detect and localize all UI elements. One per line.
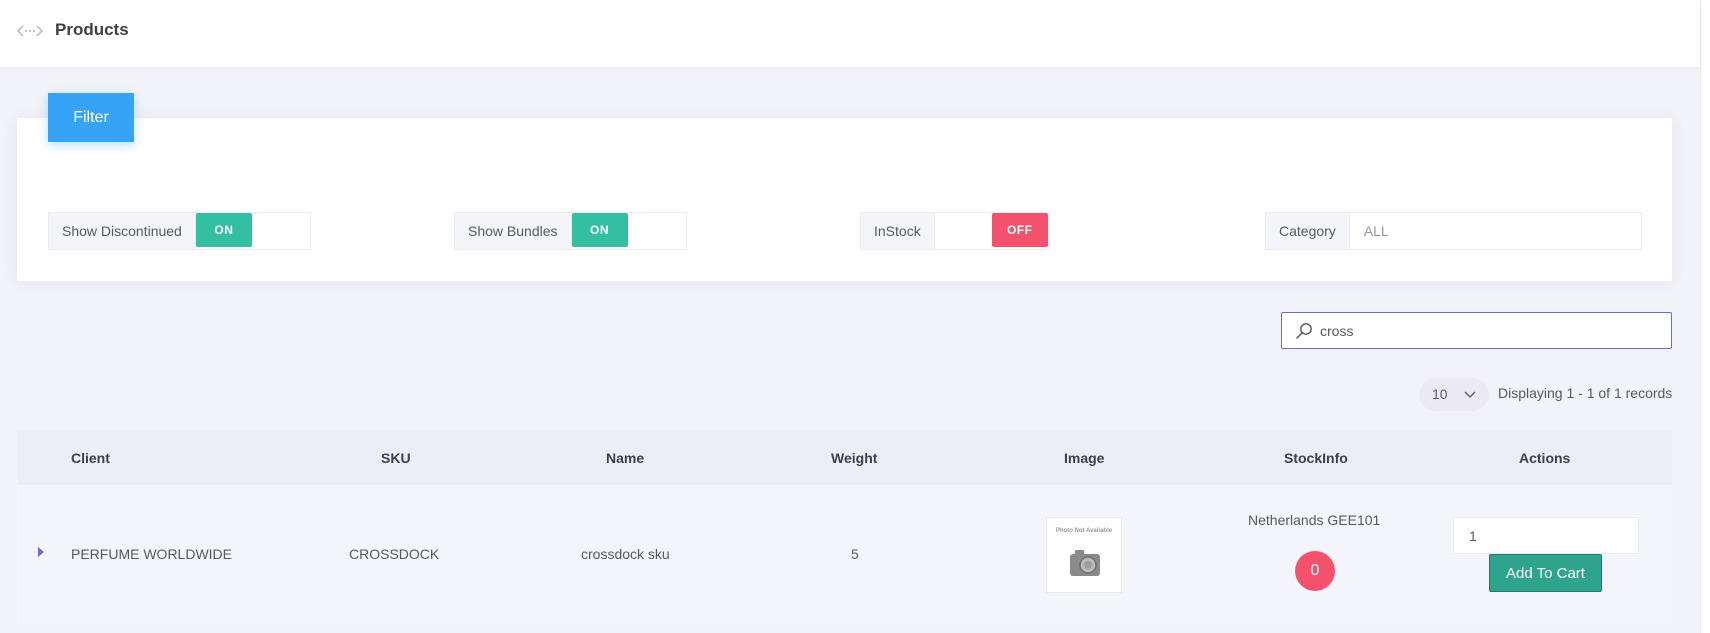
show-bundles-filter: Show Bundles ON bbox=[454, 212, 687, 250]
filter-panel bbox=[17, 118, 1672, 281]
quantity-input[interactable] bbox=[1453, 517, 1639, 554]
expand-row-icon[interactable] bbox=[36, 546, 46, 558]
toggle-on-knob[interactable]: ON bbox=[195, 213, 252, 247]
chevron-down-icon bbox=[1464, 391, 1476, 398]
camera-icon bbox=[1070, 550, 1100, 576]
category-input[interactable] bbox=[1349, 213, 1638, 249]
stock-count-badge: 0 bbox=[1295, 551, 1335, 591]
records-info: Displaying 1 - 1 of 1 records bbox=[1498, 385, 1673, 401]
search-icon bbox=[1296, 323, 1312, 339]
column-header-weight[interactable]: Weight bbox=[831, 450, 877, 466]
cell-weight: 5 bbox=[851, 546, 859, 562]
cell-sku: CROSSDOCK bbox=[349, 546, 440, 562]
show-discontinued-label: Show Discontinued bbox=[49, 213, 196, 249]
page-size-select[interactable]: 10 bbox=[1419, 378, 1489, 411]
top-bar: Products bbox=[0, 0, 1700, 68]
column-header-stockinfo: StockInfo bbox=[1284, 450, 1348, 466]
page-title: Products bbox=[55, 20, 129, 39]
stock-location: Netherlands GEE101 bbox=[1248, 512, 1381, 528]
show-bundles-toggle[interactable]: ON bbox=[571, 213, 685, 249]
column-header-name[interactable]: Name bbox=[606, 450, 644, 466]
cell-client: PERFUME WORLDWIDE bbox=[71, 546, 232, 562]
toggle-off-knob[interactable]: OFF bbox=[991, 213, 1048, 247]
photo-not-available-caption: Photo Not Available bbox=[1055, 528, 1113, 534]
show-discontinued-filter: Show Discontinued ON bbox=[48, 212, 311, 250]
table-row: PERFUME WORLDWIDE CROSSDOCK crossdock sk… bbox=[17, 485, 1672, 625]
cell-name: crossdock sku bbox=[581, 546, 670, 562]
instock-toggle[interactable]: OFF bbox=[935, 213, 1048, 249]
column-header-sku[interactable]: SKU bbox=[381, 450, 411, 466]
instock-label: InStock bbox=[861, 213, 935, 249]
product-image: Photo Not Available bbox=[1046, 517, 1122, 593]
toggle-on-knob[interactable]: ON bbox=[571, 213, 628, 247]
show-bundles-label: Show Bundles bbox=[455, 213, 572, 249]
filter-button[interactable]: Filter bbox=[48, 93, 134, 142]
column-header-client[interactable]: Client bbox=[71, 450, 110, 466]
expand-arrows-icon[interactable] bbox=[16, 22, 44, 40]
column-header-image: Image bbox=[1064, 450, 1105, 466]
instock-filter: InStock OFF bbox=[860, 212, 1050, 250]
vertical-scrollbar[interactable] bbox=[1700, 0, 1710, 633]
show-discontinued-toggle[interactable]: ON bbox=[195, 213, 310, 249]
column-header-actions: Actions bbox=[1519, 450, 1571, 466]
category-filter: Category bbox=[1265, 212, 1642, 250]
page-size-value: 10 bbox=[1432, 386, 1448, 402]
table-header: Client SKU Name Weight Image StockInfo A… bbox=[17, 431, 1672, 485]
category-label: Category bbox=[1266, 213, 1350, 249]
add-to-cart-button[interactable]: Add To Cart bbox=[1489, 554, 1602, 592]
search-input[interactable] bbox=[1320, 313, 1665, 348]
search-box[interactable] bbox=[1281, 312, 1672, 349]
